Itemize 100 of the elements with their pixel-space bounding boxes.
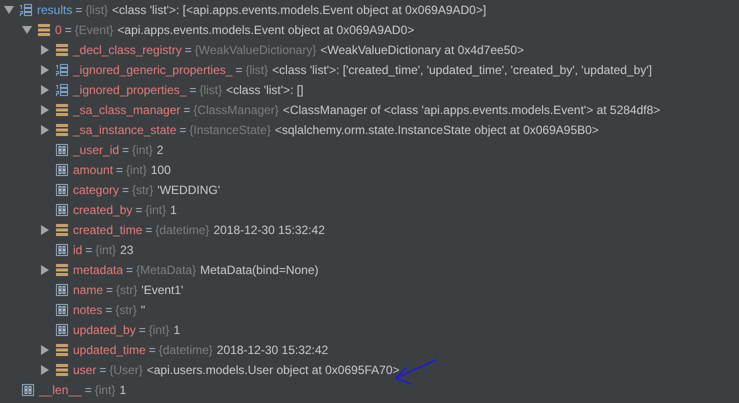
variable-icon <box>22 384 34 396</box>
variable-value: <api.apps.events.models.Event object at 0x069A9AD0> <box>117 23 414 37</box>
equals-sign: = <box>75 3 82 17</box>
variable-name: created_time <box>73 223 142 237</box>
variable-type: {User} <box>109 363 143 377</box>
variable-name: name <box>73 283 104 297</box>
equals-sign: = <box>99 363 106 377</box>
variable-type: {int} <box>94 383 116 397</box>
variable-name: amount <box>73 163 114 177</box>
variable-value: 1 <box>170 203 177 217</box>
expand-arrow-icon[interactable] <box>40 125 50 135</box>
variable-icon <box>56 304 68 316</box>
variable-type: {datetime} <box>158 343 213 357</box>
expand-arrow-icon[interactable] <box>40 365 50 375</box>
variable-name: _sa_class_manager <box>73 103 180 117</box>
equals-sign: = <box>189 83 196 97</box>
equals-sign: = <box>122 183 130 197</box>
equals-sign: = <box>183 103 190 117</box>
variable-type: {int} <box>148 323 170 337</box>
stack-icon <box>38 24 50 36</box>
equals-sign: = <box>105 303 112 317</box>
variable-value: 2018-12-30 15:32:42 <box>216 343 328 357</box>
variable-value: <WeakValueDictionary at 0x4d7ee50> <box>320 43 524 57</box>
variable-name: 0 <box>55 23 62 37</box>
variable-value: 'WEDDING' <box>157 183 220 197</box>
equals-sign: = <box>179 123 186 137</box>
collapse-arrow-icon[interactable] <box>4 5 14 15</box>
equals-sign: = <box>235 63 242 77</box>
variable-type: {WeakValueDictionary} <box>194 43 316 57</box>
variable-name: __len__ <box>39 383 82 397</box>
stack-icon <box>56 344 68 356</box>
equals-sign: = <box>106 283 114 297</box>
expand-arrow-icon[interactable] <box>40 225 50 235</box>
equals-sign: = <box>135 203 142 217</box>
variable-name: metadata <box>73 263 124 277</box>
variable-icon <box>56 244 68 256</box>
collapse-arrow-icon[interactable] <box>22 25 32 35</box>
stack-icon <box>56 264 68 276</box>
equals-sign: = <box>122 143 130 157</box>
equals-sign: = <box>145 223 152 237</box>
expand-arrow-icon[interactable] <box>40 345 50 355</box>
variable-type: {InstanceState} <box>189 123 271 137</box>
equals-sign: = <box>138 323 146 337</box>
equals-sign: = <box>116 163 124 177</box>
variable-value: MetaData(bind=None) <box>200 263 319 277</box>
variable-type: {Event} <box>74 23 114 37</box>
variable-name: created_by <box>73 203 132 217</box>
equals-sign: = <box>148 343 156 357</box>
equals-sign: = <box>84 383 92 397</box>
variable-type: {int} <box>95 243 116 257</box>
variable-type: {str} <box>132 183 154 197</box>
variable-icon <box>56 184 68 196</box>
variable-name: updated_by <box>73 323 136 337</box>
list-icon <box>56 64 68 76</box>
variable-value: 'Event1' <box>141 283 184 297</box>
variable-type: {int} <box>132 143 153 157</box>
variable-type: {list} <box>245 63 268 77</box>
expand-arrow-icon[interactable] <box>40 265 50 275</box>
variable-value: 23 <box>120 243 134 257</box>
variable-value: 1 <box>173 323 180 337</box>
variable-type: {datetime} <box>155 223 210 237</box>
stack-icon <box>56 224 68 236</box>
variable-name: category <box>73 183 120 197</box>
variable-value: <class 'list'>: [<api.apps.events.models.Event object at 0x069A9AD0>] <box>112 3 486 17</box>
variable-type: {int} <box>145 203 166 217</box>
variable-name: _sa_instance_state <box>73 123 176 137</box>
expand-arrow-icon[interactable] <box>40 105 50 115</box>
variable-name: id <box>73 243 82 257</box>
variable-icon <box>56 164 68 176</box>
variable-value: <class 'list'>: [] <box>226 83 304 97</box>
variable-type: {str} <box>116 283 138 297</box>
variable-type: {ClassManager} <box>193 103 279 117</box>
stack-icon <box>56 104 68 116</box>
variable-name: notes <box>73 303 102 317</box>
variable-value: <ClassManager of <class 'api.apps.events.models.Event'> at 5284df8> <box>282 103 660 117</box>
expand-arrow-icon[interactable] <box>40 85 50 95</box>
variable-name: _ignored_generic_properties_ <box>73 63 232 77</box>
variable-type: {MetaData} <box>136 263 196 277</box>
variable-name: results <box>37 3 72 17</box>
variable-value: <class 'list'>: ['created_time', 'updated_time', 'created_by', 'updated_by'] <box>272 63 652 77</box>
equals-sign: = <box>85 243 92 257</box>
variable-type: {int} <box>126 163 147 177</box>
variable-icon <box>56 324 68 336</box>
variable-value: 2 <box>156 143 164 157</box>
stack-icon <box>56 364 68 376</box>
equals-sign: = <box>64 23 72 37</box>
expand-arrow-icon[interactable] <box>40 45 50 55</box>
variable-name: user <box>73 363 96 377</box>
list-icon <box>56 84 68 96</box>
variable-value: 1 <box>119 383 126 397</box>
variable-value: '' <box>140 303 146 317</box>
variable-icon <box>56 144 68 156</box>
variable-type: {list} <box>199 83 222 97</box>
variable-icon <box>56 284 68 296</box>
variable-type: {list} <box>85 3 108 17</box>
variable-name: _decl_class_registry <box>73 43 182 57</box>
expand-arrow-icon[interactable] <box>40 65 50 75</box>
stack-icon <box>56 44 68 56</box>
stack-icon <box>56 124 68 136</box>
equals-sign: = <box>184 43 192 57</box>
